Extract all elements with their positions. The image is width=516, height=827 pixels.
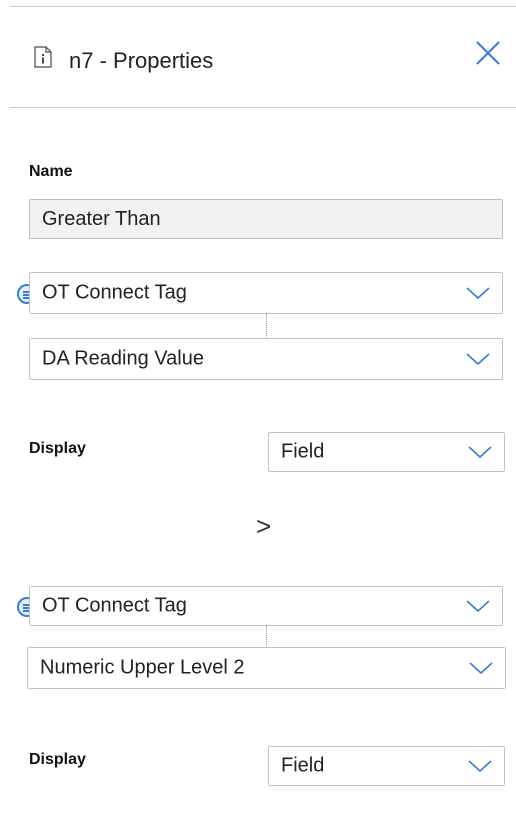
name-label: Name: [29, 163, 73, 180]
close-icon[interactable]: [471, 36, 505, 70]
document-info-icon: [34, 46, 52, 68]
right-source-select[interactable]: OT Connect Tag: [29, 586, 503, 626]
chevron-down-icon: [466, 353, 490, 366]
connector-line: [266, 314, 267, 338]
chevron-down-icon: [468, 446, 492, 459]
chevron-down-icon: [466, 600, 490, 613]
properties-panel: n7 - Properties Name Greater Than OT Con…: [0, 0, 516, 827]
left-field-select[interactable]: DA Reading Value: [29, 338, 503, 380]
left-display-value: Field: [281, 440, 325, 463]
right-display-value: Field: [281, 754, 325, 777]
connector-line: [266, 626, 267, 648]
operator-symbol: >: [256, 511, 272, 541]
left-source-value: OT Connect Tag: [42, 281, 187, 304]
right-field-value: Numeric Upper Level 2: [40, 656, 245, 679]
left-source-select[interactable]: OT Connect Tag: [29, 272, 503, 314]
chevron-down-icon: [468, 760, 492, 773]
right-display-label: Display: [29, 751, 86, 768]
name-input[interactable]: Greater Than: [29, 199, 503, 239]
left-field-value: DA Reading Value: [42, 347, 204, 370]
right-source-value: OT Connect Tag: [42, 594, 187, 617]
left-display-label: Display: [29, 440, 86, 457]
chevron-down-icon: [469, 662, 493, 675]
left-display-select[interactable]: Field: [268, 432, 505, 472]
right-field-select[interactable]: Numeric Upper Level 2: [27, 647, 506, 689]
chevron-down-icon: [466, 287, 490, 300]
header-divider: [10, 107, 516, 108]
right-display-select[interactable]: Field: [268, 746, 505, 786]
panel-title: n7 - Properties: [69, 48, 214, 73]
